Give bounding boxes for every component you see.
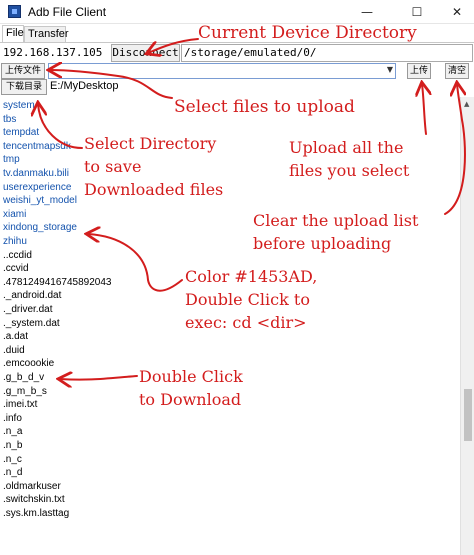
file-item[interactable]: ._system.dat: [3, 317, 60, 330]
minimize-button[interactable]: —: [346, 0, 388, 24]
app-icon: [8, 5, 21, 18]
close-button[interactable]: ✕: [436, 0, 474, 24]
directory-item[interactable]: tbs: [3, 113, 16, 126]
annotation-clear-list-1: Clear the upload list: [253, 211, 419, 230]
file-item[interactable]: .imei.txt: [3, 398, 37, 411]
select-directory-button[interactable]: 下载目录: [1, 79, 47, 95]
upload-button[interactable]: 上传: [407, 63, 431, 79]
file-item[interactable]: .duid: [3, 344, 25, 357]
file-item[interactable]: .switchskin.txt: [3, 493, 65, 506]
annotation-color-3: exec: cd <dir>: [185, 313, 307, 332]
annotation-select-dir-3: Downloaded files: [84, 180, 224, 199]
device-ip: 192.168.137.105: [3, 46, 103, 59]
tab-file[interactable]: File: [2, 25, 24, 43]
vertical-scrollbar[interactable]: ▲: [460, 97, 474, 555]
file-item[interactable]: .g_m_b_s: [3, 385, 47, 398]
file-item[interactable]: .n_a: [3, 425, 22, 438]
file-item[interactable]: ._android.dat: [3, 289, 61, 302]
annotation-select-dir-2: to save: [84, 157, 142, 176]
annotation-clear-list-2: before uploading: [253, 234, 392, 253]
tab-transfer[interactable]: Transfer: [24, 26, 69, 43]
file-item[interactable]: .n_c: [3, 453, 22, 466]
file-item[interactable]: .info: [3, 412, 22, 425]
directory-item[interactable]: system: [3, 99, 35, 112]
file-item[interactable]: .oldmarkuser: [3, 480, 61, 493]
file-item[interactable]: .4781249416745892043: [3, 276, 111, 289]
directory-item[interactable]: userexperience: [3, 181, 71, 194]
directory-item[interactable]: tempdat: [3, 126, 39, 139]
select-files-button[interactable]: 上传文件: [1, 63, 45, 79]
file-item[interactable]: ..ccdid: [3, 249, 32, 262]
annotation-color-2: Double Click to: [185, 290, 310, 309]
annotation-double-click-2: to Download: [139, 390, 242, 409]
scrollbar-thumb[interactable]: [464, 389, 472, 441]
file-item[interactable]: ._driver.dat: [3, 303, 52, 316]
current-path-field[interactable]: /storage/emulated/0/: [181, 44, 473, 62]
clear-button[interactable]: 清空: [445, 63, 469, 79]
directory-item[interactable]: xiami: [3, 208, 26, 221]
file-item[interactable]: .sys.km.lasttag: [3, 507, 69, 520]
annotation-select-files: Select files to upload: [174, 97, 355, 117]
upload-file-combobox[interactable]: ▼: [48, 63, 396, 79]
connection-row: 192.168.137.105 Disconnect /storage/emul…: [0, 43, 474, 63]
file-item[interactable]: .ccvid: [3, 262, 29, 275]
title-bar: Adb File Client — ☐ ✕: [0, 0, 474, 24]
window-title: Adb File Client: [28, 5, 107, 19]
chevron-down-icon[interactable]: ▼: [387, 65, 393, 74]
disconnect-button[interactable]: Disconnect: [111, 44, 180, 62]
file-item[interactable]: .n_b: [3, 439, 22, 452]
directory-item[interactable]: zhihu: [3, 235, 27, 248]
file-item[interactable]: .emcoookie: [3, 357, 54, 370]
annotation-double-click-1: Double Click: [139, 367, 243, 386]
download-directory-label: E:/MyDesktop: [50, 80, 119, 92]
directory-item[interactable]: xindong_storage: [3, 221, 77, 234]
annotation-upload-all-1: Upload all the: [289, 138, 404, 157]
file-item[interactable]: .a.dat: [3, 330, 28, 343]
directory-item[interactable]: weishi_yt_model: [3, 194, 77, 207]
annotation-current-dir: Current Device Directory: [198, 23, 417, 43]
annotation-select-dir-1: Select Directory: [84, 134, 217, 153]
file-item[interactable]: .g_b_d_v: [3, 371, 44, 384]
annotation-upload-all-2: files you select: [289, 161, 410, 180]
scroll-up-icon[interactable]: ▲: [464, 100, 469, 108]
annotation-color-1: Color #1453AD,: [185, 267, 318, 286]
file-item[interactable]: .n_d: [3, 466, 22, 479]
directory-item[interactable]: tv.danmaku.bili: [3, 167, 69, 180]
directory-item[interactable]: tmp: [3, 153, 20, 166]
directory-item[interactable]: tencentmapsdk: [3, 140, 71, 153]
maximize-button[interactable]: ☐: [396, 0, 438, 24]
download-row: 下载目录 E:/MyDesktop: [0, 79, 474, 97]
